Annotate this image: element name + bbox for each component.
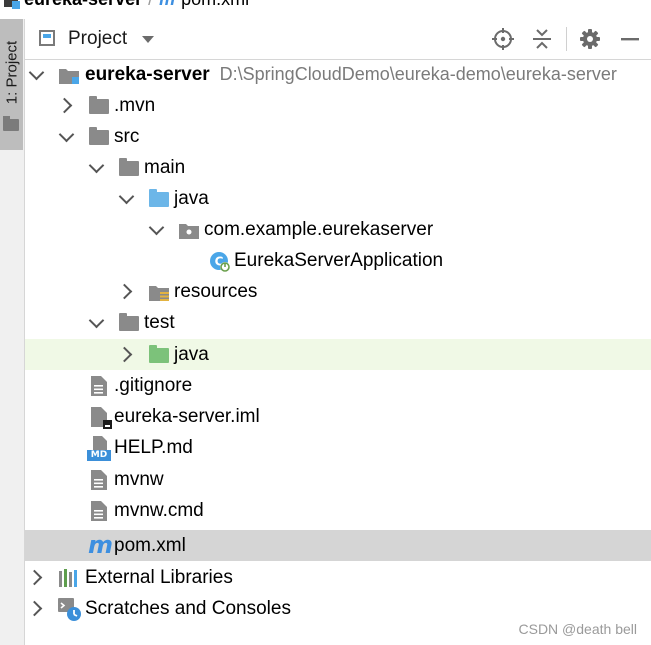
tree-label: mvnw	[114, 468, 164, 490]
tree-label: EurekaServerApplication	[234, 249, 444, 271]
tree-node-scratches[interactable]: Scratches and Consoles	[25, 593, 651, 624]
tree-label: java	[174, 343, 209, 365]
tree-node-root[interactable]: eureka-server D:\SpringCloudDemo\eureka-…	[25, 59, 651, 90]
tree-node-main-java[interactable]: java	[25, 183, 651, 214]
resources-folder-icon	[149, 286, 169, 301]
tree-node-src[interactable]: src	[25, 121, 651, 152]
watermark: CSDN @death bell	[518, 621, 638, 637]
maven-icon: m	[88, 531, 114, 559]
tree-node-gitignore[interactable]: .gitignore	[25, 370, 651, 401]
folder-icon	[89, 96, 109, 114]
chevron-down-icon[interactable]	[142, 36, 154, 43]
tree-label: test	[144, 311, 175, 333]
collapse-all-icon[interactable]	[531, 28, 553, 50]
chevron-down-icon[interactable]	[118, 188, 135, 205]
chevron-down-icon[interactable]	[148, 219, 165, 236]
project-view-icon	[39, 30, 55, 46]
root-module-name: eureka-server	[85, 63, 210, 85]
breadcrumb-separator: /	[148, 0, 153, 10]
scratches-icon	[58, 598, 81, 621]
project-tree: eureka-server D:\SpringCloudDemo\eureka-…	[25, 59, 651, 645]
project-tab-label: 1: Project	[3, 40, 21, 105]
text-file-icon	[91, 376, 107, 396]
tree-node-pom[interactable]: m pom.xml	[25, 530, 651, 561]
package-icon	[179, 224, 199, 239]
module-folder-icon	[59, 69, 79, 84]
tree-node-main[interactable]: main	[25, 152, 651, 183]
tree-node-package[interactable]: com.example.eurekaserver	[25, 214, 651, 245]
tree-label: pom.xml	[114, 534, 186, 556]
tree-label: Scratches and Consoles	[85, 597, 291, 619]
chevron-down-icon[interactable]	[88, 312, 105, 329]
module-file-icon	[91, 407, 112, 429]
chevron-right-icon[interactable]	[116, 346, 133, 363]
tree-label: .gitignore	[114, 374, 193, 396]
hide-minimize-icon[interactable]	[619, 28, 641, 50]
module-icon	[4, 0, 20, 9]
tree-node-help[interactable]: MD HELP.md	[25, 432, 651, 463]
libraries-icon	[59, 569, 77, 587]
tree-label: src	[114, 125, 140, 147]
root-module-path: D:\SpringCloudDemo\eureka-demo\eureka-se…	[219, 64, 617, 84]
chevron-right-icon[interactable]	[26, 569, 43, 586]
left-tool-stripe: 1: Project	[0, 19, 25, 645]
tree-node-mvnw[interactable]: mvnw	[25, 464, 651, 495]
tree-node-test[interactable]: test	[25, 307, 651, 338]
tree-node-app-class[interactable]: C EurekaServerApplication	[25, 245, 651, 276]
tree-label: External Libraries	[85, 566, 233, 588]
markdown-badge: MD	[87, 450, 111, 461]
tree-label: eureka-server.iml	[114, 405, 260, 427]
folder-icon	[89, 127, 109, 145]
tree-node-resources[interactable]: resources	[25, 276, 651, 307]
tree-label: main	[144, 156, 186, 178]
text-file-icon	[91, 501, 107, 521]
gear-icon[interactable]	[579, 28, 601, 50]
view-selector-label[interactable]: Project	[68, 28, 127, 50]
tree-label: java	[174, 187, 209, 209]
tree-label: HELP.md	[114, 436, 193, 458]
tree-node-mvnw-cmd[interactable]: mvnw.cmd	[25, 495, 651, 526]
chevron-down-icon[interactable]	[88, 157, 105, 174]
project-tool-tab[interactable]: 1: Project	[0, 19, 23, 150]
text-file-icon	[91, 470, 107, 490]
chevron-down-icon[interactable]	[28, 64, 45, 81]
chevron-right-icon[interactable]	[116, 283, 133, 300]
folder-icon	[119, 158, 139, 176]
project-tool-header: Project	[25, 19, 651, 60]
source-folder-icon	[149, 189, 169, 207]
tree-label: .mvn	[114, 94, 156, 116]
folder-icon	[119, 313, 139, 331]
chevron-right-icon[interactable]	[56, 97, 73, 114]
breadcrumb-file[interactable]: pom.xml	[181, 0, 249, 10]
maven-icon: m	[159, 0, 175, 10]
tree-label: com.example.eurekaserver	[204, 218, 434, 240]
test-folder-icon	[149, 345, 169, 363]
toolbar-divider	[566, 27, 567, 51]
folder-icon	[3, 116, 19, 131]
tree-label: mvnw.cmd	[114, 499, 204, 521]
tree-node-test-java[interactable]: java	[25, 339, 651, 370]
breadcrumb-module[interactable]: eureka-server	[24, 0, 142, 10]
locate-target-icon[interactable]	[492, 28, 514, 50]
tree-node-external-libraries[interactable]: External Libraries	[25, 562, 651, 593]
chevron-down-icon[interactable]	[58, 126, 75, 143]
navigation-breadcrumb: eureka-server / m pom.xml	[0, 0, 651, 20]
tree-node-mvn[interactable]: .mvn	[25, 90, 651, 121]
spring-boot-class-icon: C	[210, 252, 230, 272]
chevron-right-icon[interactable]	[26, 600, 43, 617]
tree-node-iml[interactable]: eureka-server.iml	[25, 401, 651, 432]
tree-label: resources	[174, 280, 258, 302]
